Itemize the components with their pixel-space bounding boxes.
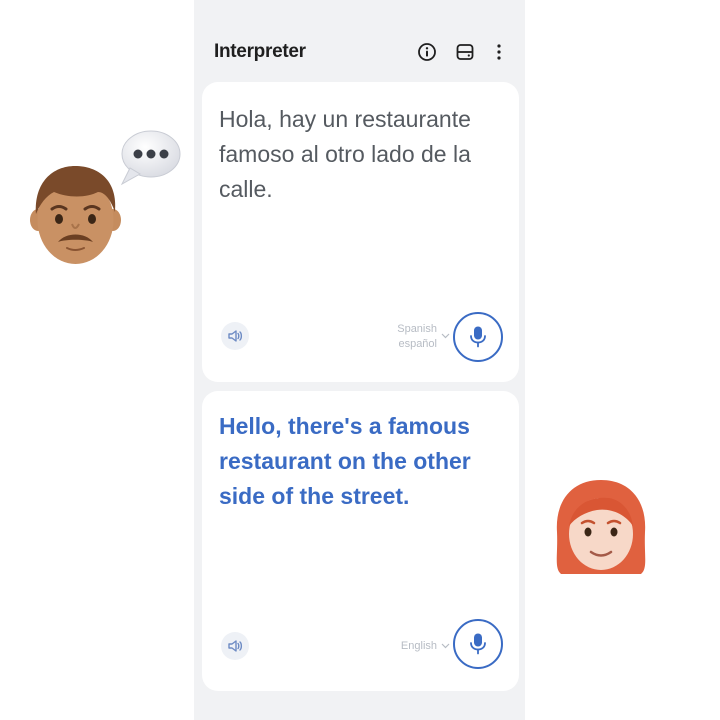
speaker-icon[interactable] [221, 632, 249, 660]
more-vertical-icon[interactable] [487, 40, 511, 64]
translated-text: Hello, there's a famous restaurant on th… [219, 413, 471, 509]
microphone-icon [470, 326, 486, 348]
interpreter-screen: Interpreter Hola, hay un restaurante fam… [194, 0, 525, 720]
speaker-icon[interactable] [221, 322, 249, 350]
source-language-card: Hola, hay un restaurante famoso al otro … [202, 82, 519, 382]
man-emoji [30, 166, 121, 264]
language-name: Spanish [397, 323, 437, 335]
language-name: English [400, 640, 437, 652]
source-language-selector[interactable]: Spanish español [397, 322, 450, 352]
info-icon[interactable] [415, 40, 439, 64]
microphone-icon [470, 633, 486, 655]
target-language-card: Hello, there's a famous restaurant on th… [202, 391, 519, 691]
chevron-down-icon [441, 329, 450, 344]
page-title: Interpreter [214, 41, 306, 62]
speech-bubble-emoji [120, 130, 181, 186]
chevron-down-icon [441, 639, 450, 654]
woman-red-hair-emoji [556, 480, 646, 574]
source-mic-button[interactable] [453, 312, 503, 362]
target-language-selector[interactable]: English [400, 639, 450, 654]
target-mic-button[interactable] [453, 619, 503, 669]
language-native-name: español [398, 338, 437, 350]
app-header: Interpreter [194, 30, 525, 74]
source-text: Hola, hay un restaurante famoso al otro … [219, 106, 471, 202]
layout-icon[interactable] [453, 40, 477, 64]
